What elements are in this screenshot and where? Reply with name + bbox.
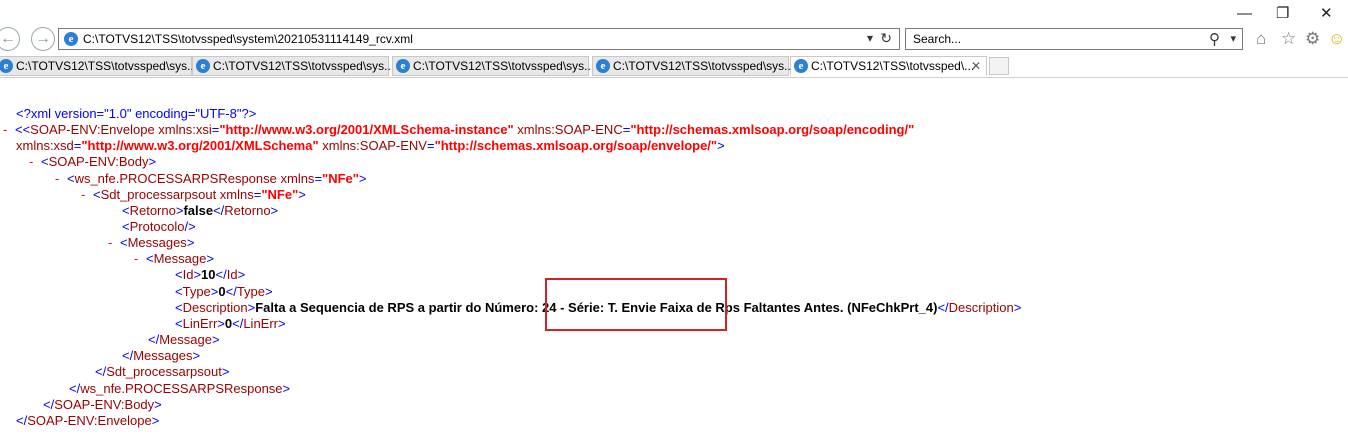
tab-1[interactable]: e C:\TOTVS12\TSS\totvssped\sys... [0,56,197,76]
tab-label: C:\TOTVS12\TSS\totvssped\sys... [413,59,595,73]
settings-gear-icon[interactable]: ⚙ [1305,30,1320,48]
retorno-element: <Retorno>false</Retorno> [122,203,279,218]
message-close: </Message> [148,332,220,347]
message-open: - <Message> [134,251,214,266]
collapse-toggle[interactable]: - [108,235,112,250]
collapse-toggle[interactable]: - [55,171,59,186]
home-icon[interactable]: ⌂ [1256,30,1266,48]
sdt-close: </Sdt_processarpsout> [95,364,230,379]
tab-label: C:\TOTVS12\TSS\totvssped\sys... [213,59,395,73]
envelope-close: </SOAP-ENV:Envelope> [16,413,160,428]
body-close: </SOAP-ENV:Body> [43,397,162,412]
tab-2[interactable]: e C:\TOTVS12\TSS\totvssped\sys... [192,56,394,76]
search-input[interactable]: Search... [913,32,961,46]
tab-label: C:\TOTVS12\TSS\totvssped\... [811,59,975,73]
tab-label: C:\TOTVS12\TSS\totvssped\sys... [613,59,795,73]
refresh-icon[interactable]: ↻ [880,30,892,47]
address-url[interactable]: C:\TOTVS12\TSS\totvssped\system\20210531… [83,32,413,46]
collapse-toggle[interactable]: - [3,122,7,137]
collapse-toggle[interactable]: - [81,187,85,202]
maximize-button[interactable]: ❐ [1276,6,1289,22]
sdt-open: - <Sdt_processarpsout xmlns="NFe"> [81,187,306,202]
envelope-open: - <<SOAP-ENV:Envelope xmlns:xsi="http://… [3,122,915,137]
xml-declaration: <?xml version="1.0" encoding="UTF-8"?> [16,106,257,121]
protocolo-element: <Protocolo/> [122,219,196,234]
address-dropdown-icon[interactable]: ▾ [867,31,873,45]
forward-arrow-icon: → [35,30,51,47]
forward-button[interactable]: → [31,27,55,51]
type-element: <Type>0</Type> [175,284,273,299]
new-tab-button[interactable] [989,57,1009,75]
linerr-element: <LinErr>0</LinErr> [175,316,286,331]
ie-tab-icon: e [596,59,610,73]
messages-open: - <Messages> [108,235,195,250]
ie-tab-icon: e [196,59,210,73]
tab-label: C:\TOTVS12\TSS\totvssped\sys... [16,59,198,73]
tab-3[interactable]: e C:\TOTVS12\TSS\totvssped\sys... [392,56,594,76]
browser-chrome: — ❐ ✕ ← → e C:\TOTVS12\TSS\totvssped\sys… [0,0,1348,56]
search-icon[interactable]: ⚲ [1209,30,1220,48]
favorites-star-icon[interactable]: ☆ [1281,30,1296,48]
back-button[interactable]: ← [0,27,20,51]
tab-5-active[interactable]: e C:\TOTVS12\TSS\totvssped\... ✕ [790,56,987,76]
messages-close: </Messages> [122,348,201,363]
minimize-button[interactable]: — [1237,6,1252,22]
response-close: </ws_nfe.PROCESSARPSResponse> [69,381,291,396]
tab-4[interactable]: e C:\TOTVS12\TSS\totvssped\sys... [592,56,794,76]
id-element: <Id>10</Id> [175,267,246,282]
search-box[interactable]: Search... ⚲ ▾ [905,28,1243,50]
collapse-toggle[interactable]: - [134,251,138,266]
highlight-box [545,278,727,331]
ie-tab-icon: e [0,59,13,73]
ie-tab-icon: e [794,59,808,73]
feedback-smiley-icon[interactable]: ☺ [1328,30,1345,48]
collapse-toggle[interactable]: - [29,154,33,169]
ie-tab-icon: e [396,59,410,73]
close-window-button[interactable]: ✕ [1320,6,1333,22]
back-arrow-icon: ← [0,30,16,47]
envelope-open-cont: xmlns:xsd="http://www.w3.org/2001/XMLSch… [16,138,725,153]
body-open: - <SOAP-ENV:Body> [29,154,157,169]
response-open: - <ws_nfe.PROCESSARPSResponse xmlns="NFe… [55,171,367,186]
close-tab-icon[interactable]: ✕ [971,59,981,73]
search-dropdown-icon[interactable]: ▾ [1230,32,1236,45]
address-bar[interactable]: e C:\TOTVS12\TSS\totvssped\system\202105… [58,28,900,50]
ie-page-icon: e [64,32,78,46]
tab-bar: e C:\TOTVS12\TSS\totvssped\sys... e C:\T… [0,56,1348,78]
